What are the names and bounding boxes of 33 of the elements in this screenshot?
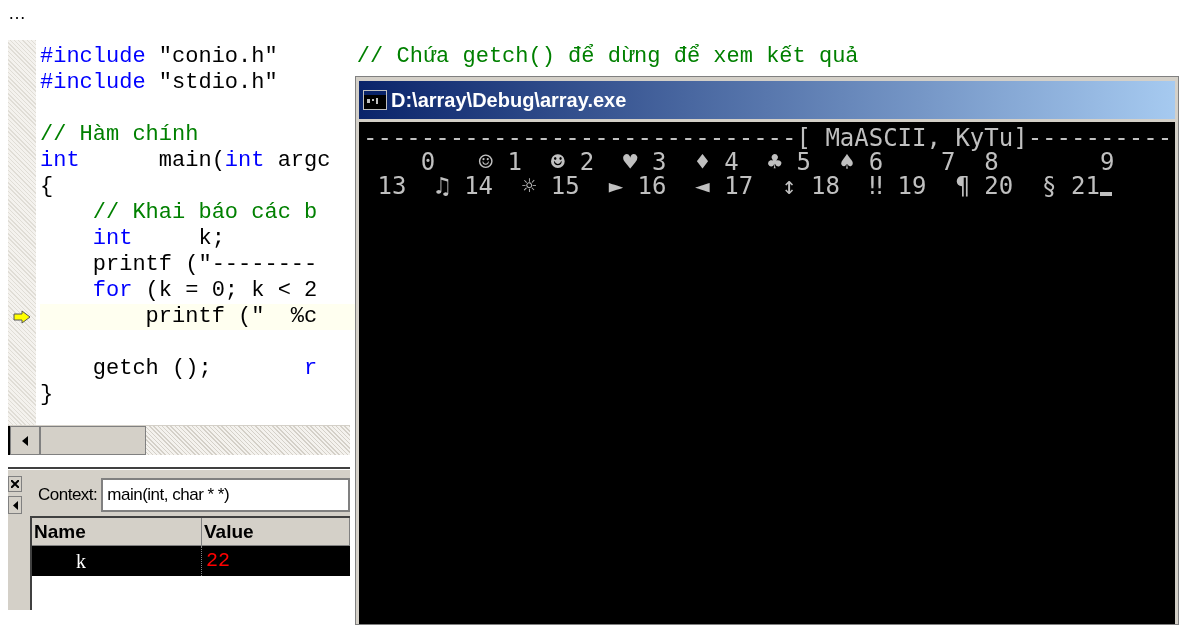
variable-row[interactable]: k 22 xyxy=(32,546,350,576)
console-line: 13 ♫ 14 ☼ 15 ► 16 ◄ 17 ↕ 18 ‼ 19 ¶ 20 § 21 xyxy=(376,174,1100,198)
code-line: int main(int argc xyxy=(40,148,331,174)
scroll-left-button[interactable] xyxy=(10,426,40,455)
text-cursor xyxy=(1099,192,1112,196)
code-line: int k; xyxy=(91,226,225,252)
window-title: D:\array\Debug\array.exe xyxy=(391,88,627,113)
code-line: for (k = 0; k < 2 xyxy=(91,278,318,304)
scroll-thumb[interactable] xyxy=(40,426,146,455)
arrow-icon xyxy=(13,310,31,324)
console-line: 0 ☺ 1 ☻ 2 ♥ 3 ♦ 4 ♣ 5 ♠ 6 7 8 9 xyxy=(420,150,1115,174)
collapse-button[interactable] xyxy=(8,496,22,514)
variable-name: k xyxy=(76,549,86,574)
code-line: printf ("-------- xyxy=(91,252,318,278)
context-field[interactable]: main(int, char * *) xyxy=(101,478,350,512)
console-icon xyxy=(363,90,387,110)
left-triangle-icon xyxy=(22,435,28,446)
code-line: getch (); r xyxy=(91,356,318,382)
code-line: } xyxy=(40,382,54,408)
context-label: Context: xyxy=(38,484,98,507)
console-line: ------------------------------[ MaASCII, KyTu]---------- xyxy=(363,126,1173,150)
horizontal-scrollbar[interactable] xyxy=(8,425,350,455)
code-line: // Khai báo các b xyxy=(91,200,318,226)
close-icon xyxy=(11,480,19,488)
close-button[interactable] xyxy=(8,476,22,492)
left-triangle-icon xyxy=(12,500,18,510)
ellipsis-text: … xyxy=(8,3,26,23)
code-line: printf (" %c xyxy=(144,304,318,330)
code-line: // Hàm chính xyxy=(40,122,199,148)
code-line: #include "conio.h" // Chứa getch() để dừng để xem kết quả xyxy=(40,44,859,70)
code-line: { xyxy=(40,174,54,200)
code-line: #include "stdio.h" xyxy=(40,70,278,96)
variable-value: 22 xyxy=(206,548,230,574)
